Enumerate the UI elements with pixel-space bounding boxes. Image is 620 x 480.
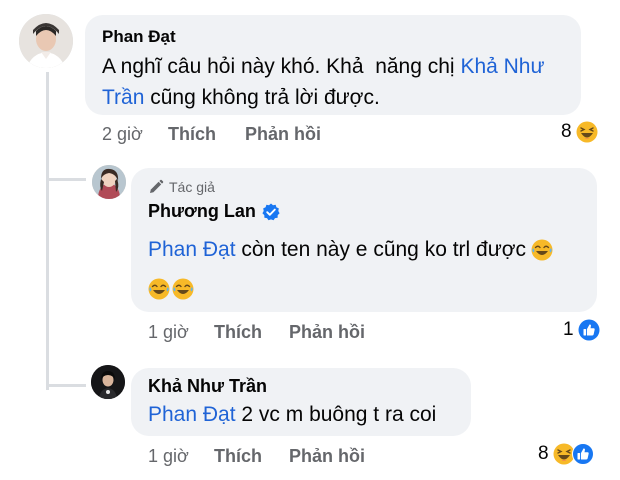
like-button[interactable]: Thích xyxy=(214,446,262,467)
comment-actions: 1 giờ Thích Phản hồi xyxy=(148,446,448,468)
thread-line-main xyxy=(46,72,49,390)
avatar[interactable] xyxy=(92,165,126,199)
user-photo-icon xyxy=(91,365,125,399)
comment-actions: 2 giờ Thích Phản hồi xyxy=(102,124,402,146)
verified-badge-icon xyxy=(262,203,280,220)
avatar[interactable] xyxy=(91,365,125,399)
like-button[interactable]: Thích xyxy=(168,124,216,145)
comment-actions: 1 giờ Thích Phản hồi xyxy=(148,322,448,344)
comment-author[interactable]: Khả Như Trần xyxy=(148,376,267,397)
reply-button[interactable]: Phản hồi xyxy=(245,124,321,145)
avatar[interactable] xyxy=(19,14,73,68)
reaction-count: 8 xyxy=(538,443,549,464)
comment-text-line-1: Phan Đạt 2 vc m buông t ra coi xyxy=(148,399,436,430)
comment-text-line-1: Phan Đạt còn ten này e cũng ko trl được xyxy=(148,234,553,265)
comment-text: còn ten này e cũng ko trl được xyxy=(235,238,527,261)
comment-text: A nghĩ câu hỏi này khó. Khả năng chị xyxy=(102,55,461,78)
sweat-smile-icon xyxy=(531,239,553,260)
user-photo-icon xyxy=(19,14,73,68)
pencil-icon xyxy=(150,179,164,193)
haha-icon xyxy=(576,121,598,143)
author-badge-label: Tác giả xyxy=(169,179,215,195)
comment-author[interactable]: Phan Đạt xyxy=(102,27,176,47)
comment-text-line-1: A nghĩ câu hỏi này khó. Khả năng chị Khả… xyxy=(102,51,545,82)
comment-time[interactable]: 1 giờ xyxy=(148,446,189,467)
comment-author-name[interactable]: Phương Lan xyxy=(148,201,256,222)
comment-author: Phương Lan xyxy=(148,201,280,222)
thread-connector-reply-2 xyxy=(46,384,86,387)
reply-button[interactable]: Phản hồi xyxy=(289,322,365,343)
mention-link[interactable]: Trần xyxy=(102,86,144,109)
thread-connector-reply-1 xyxy=(46,178,86,181)
reaction-count: 1 xyxy=(563,319,574,340)
comment-text: 2 vc m buông t ra coi xyxy=(235,403,437,426)
reaction-summary[interactable]: 8 xyxy=(561,121,598,143)
reaction-summary[interactable]: 1 xyxy=(563,319,600,341)
author-badge: Tác giả xyxy=(148,179,215,195)
like-button[interactable]: Thích xyxy=(214,322,262,343)
sweat-smile-icon xyxy=(148,278,170,300)
like-icon xyxy=(571,443,594,465)
mention-link[interactable]: Phan Đạt xyxy=(148,234,236,265)
reaction-count: 8 xyxy=(561,121,572,142)
comment-text-line-2: Trần cũng không trả lời được. xyxy=(102,82,380,113)
comment-time[interactable]: 2 giờ xyxy=(102,124,143,145)
reply-button[interactable]: Phản hồi xyxy=(289,446,365,467)
comment-text: cũng không trả lời được. xyxy=(144,86,380,109)
emoji-row xyxy=(148,278,194,300)
comment-time[interactable]: 1 giờ xyxy=(148,322,189,343)
like-icon xyxy=(578,319,600,341)
reaction-summary[interactable]: 8 xyxy=(538,443,594,465)
sweat-smile-icon xyxy=(172,278,194,300)
mention-link[interactable]: Phan Đạt xyxy=(148,403,236,426)
user-photo-icon xyxy=(92,165,126,199)
mention-link[interactable]: Khả Như xyxy=(460,55,544,78)
